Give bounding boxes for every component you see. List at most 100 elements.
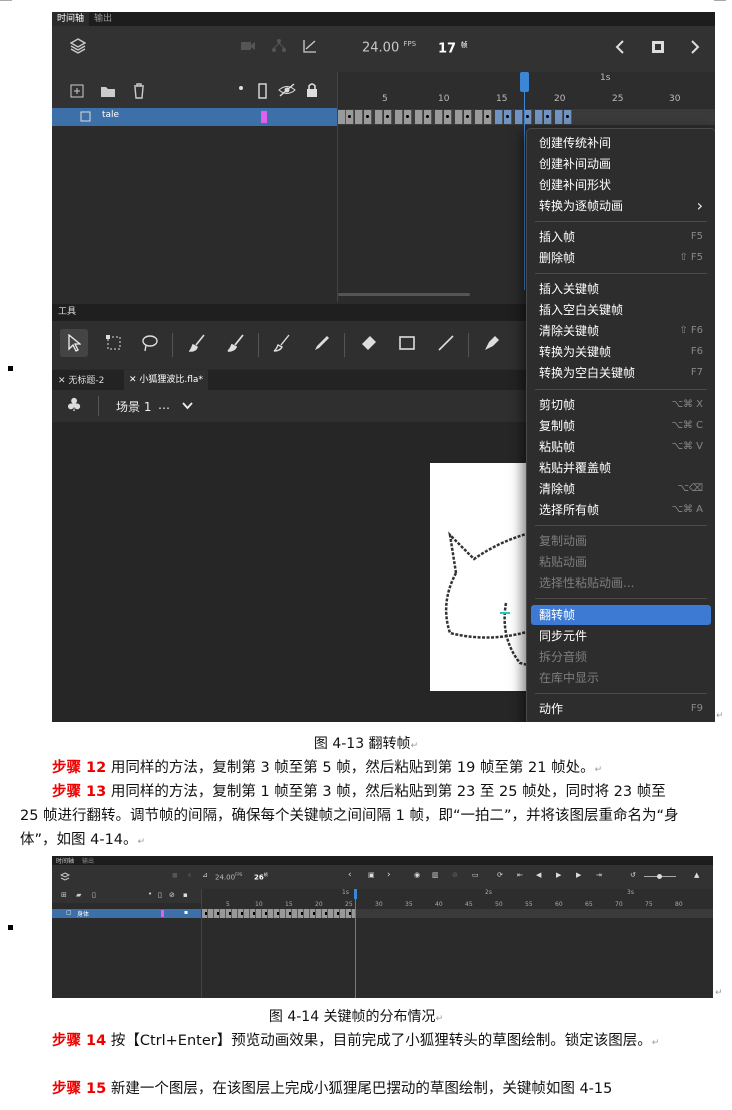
layer-color-swatch[interactable] — [161, 910, 164, 917]
folder-icon[interactable]: ▰ — [76, 891, 81, 899]
menu-item-paste-motion[interactable]: 粘贴动画 — [527, 552, 715, 572]
hide-icon[interactable] — [278, 83, 296, 97]
layer-name[interactable]: tale — [102, 110, 119, 120]
menu-item-cut-frames[interactable]: 剪切帧 ⌥⌘ X — [527, 395, 715, 415]
fluid-brush-tool-icon[interactable] — [268, 329, 296, 357]
frame[interactable] — [455, 110, 463, 124]
menu-item-create-motion-tween[interactable]: 创建补间动画 — [527, 154, 715, 174]
symbol-club-icon[interactable]: ♣ — [66, 395, 82, 416]
lock-icon[interactable]: ▪ — [183, 891, 188, 899]
step-forward-icon[interactable]: ▶ — [576, 871, 581, 879]
frame-ruler[interactable]: 1s 2s 3s 5 10 15 20 25 30 35 40 45 50 55… — [202, 889, 713, 909]
line-tool-icon[interactable] — [432, 329, 460, 357]
layer-row-body[interactable]: ▢ 身体 ▪ — [52, 909, 202, 918]
last-frame-icon[interactable]: ⇥ — [596, 871, 602, 879]
current-frame-display[interactable]: 26帧 — [254, 872, 268, 881]
menu-item-copy-frames[interactable]: 复制帧 ⌥⌘ C — [527, 416, 715, 436]
folder-icon[interactable] — [100, 84, 116, 98]
pencil-tool-icon[interactable] — [308, 329, 336, 357]
free-transform-tool-icon[interactable] — [100, 329, 128, 357]
reset-zoom-icon[interactable]: ↺ — [630, 871, 636, 879]
lock-icon[interactable] — [306, 82, 318, 98]
playhead[interactable] — [520, 72, 529, 92]
frame[interactable] — [375, 110, 383, 124]
pen-tool-icon[interactable] — [478, 329, 506, 357]
menu-item-create-shape-tween[interactable]: 创建补间形状 — [527, 175, 715, 195]
hierarchy-icon[interactable]: ⋔ — [187, 872, 192, 879]
horizontal-scrollbar[interactable] — [338, 293, 470, 296]
chevron-down-icon[interactable] — [182, 402, 193, 410]
fps-display[interactable]: 24.00FPS — [215, 872, 242, 881]
selected-keyframe[interactable] — [564, 110, 572, 124]
next-frame-icon[interactable]: › — [387, 870, 391, 880]
mountain-icon[interactable]: ▲ — [694, 871, 699, 879]
camera-icon[interactable] — [240, 40, 256, 52]
layer-color-swatch[interactable] — [261, 111, 267, 123]
menu-item-select-all-frames[interactable]: 选择所有帧 ⌥⌘ A — [527, 500, 715, 520]
menu-item-insert-blank-keyframe[interactable]: 插入空白关键帧 — [527, 300, 715, 320]
menu-item-insert-frame[interactable]: 插入帧 F5 — [527, 227, 715, 247]
zoom-slider-handle[interactable] — [657, 874, 662, 879]
menu-item-clear-frames[interactable]: 清除帧 ⌥⌫ — [527, 479, 715, 499]
menu-item-actions[interactable]: 动作 F9 — [527, 699, 715, 719]
tab-output[interactable]: 输出 — [89, 12, 117, 26]
layer-name[interactable]: 身体 — [77, 909, 89, 918]
frames-row[interactable] — [202, 909, 713, 918]
tab-timeline[interactable]: 时间轴 — [52, 12, 90, 26]
onion-outline-icon[interactable]: ▥ — [432, 871, 439, 879]
outline-icon[interactable]: ▯ — [158, 891, 162, 899]
brush-fill-tool-icon[interactable] — [184, 329, 212, 357]
selected-keyframe[interactable] — [544, 110, 552, 124]
eraser-tool-icon[interactable] — [355, 329, 383, 357]
lasso-tool-icon[interactable] — [136, 329, 164, 357]
menu-item-convert-to-keyframe[interactable]: 转换为关键帧 F6 — [527, 342, 715, 362]
current-frame-display[interactable]: 17 帧 — [438, 40, 468, 56]
selected-frame[interactable] — [515, 110, 523, 124]
paint-brush-tool-icon[interactable] — [222, 329, 250, 357]
selected-frame[interactable] — [535, 110, 543, 124]
menu-item-remove-frame[interactable]: 删除帧 ⇧ F5 — [527, 248, 715, 268]
menu-item-paste-frames[interactable]: 粘贴帧 ⌥⌘ V — [527, 437, 715, 457]
outline-icon[interactable] — [258, 83, 268, 99]
menu-item-paste-overwrite-frames[interactable]: 粘贴并覆盖帧 — [527, 458, 715, 478]
menu-item-clear-keyframe[interactable]: 清除关键帧 ⇧ F6 — [527, 321, 715, 341]
selected-keyframe[interactable] — [504, 110, 512, 124]
rectangle-tool-icon[interactable] — [393, 329, 421, 357]
tab-output[interactable]: 输出 — [78, 858, 98, 865]
menu-item-create-classic-tween[interactable]: 创建传统补间 — [527, 133, 715, 153]
add-layer-icon[interactable] — [70, 84, 84, 98]
keyframe[interactable] — [424, 110, 432, 124]
layers-icon[interactable] — [70, 38, 86, 54]
frame[interactable] — [415, 110, 423, 124]
graph-icon[interactable] — [302, 38, 318, 54]
menu-item-reverse-frames[interactable]: 翻转帧 — [531, 605, 711, 625]
menu-item-convert-frame-by-frame[interactable]: 转换为逐帧动画 › — [527, 196, 715, 216]
keyframe[interactable] — [484, 110, 492, 124]
prev-frame-icon[interactable] — [615, 40, 625, 54]
step-back-icon[interactable]: ◀ — [536, 871, 541, 879]
menu-item-copy-motion[interactable]: 复制动画 — [527, 531, 715, 551]
onion-skin-icon[interactable]: ◉ — [414, 871, 420, 879]
trash-icon[interactable]: ▯ — [92, 891, 96, 899]
hide-icon[interactable]: ⊘ — [169, 891, 175, 899]
menu-item-split-audio[interactable]: 拆分音频 — [527, 647, 715, 667]
playhead[interactable] — [354, 889, 357, 899]
menu-item-paste-motion-special[interactable]: 选择性粘贴动画... — [527, 573, 715, 593]
scene-name[interactable]: 场景 1 — [116, 398, 151, 415]
dot-icon[interactable] — [239, 86, 243, 90]
stop-icon[interactable]: ▣ — [368, 871, 375, 879]
frames-row[interactable] — [338, 109, 715, 125]
doc-tab-untitled[interactable]: ✕ 无标题-2 — [58, 373, 104, 386]
hierarchy-icon[interactable] — [271, 38, 287, 54]
frame[interactable] — [395, 110, 403, 124]
next-frame-icon[interactable] — [690, 40, 700, 54]
frame[interactable] — [355, 110, 363, 124]
play-icon[interactable]: ▶ — [556, 871, 561, 879]
loop-icon[interactable]: ⟳ — [497, 871, 503, 879]
add-layer-icon[interactable]: ⊞ — [61, 891, 67, 899]
stage-canvas[interactable] — [430, 463, 542, 691]
keyframe[interactable] — [444, 110, 452, 124]
selected-frame[interactable] — [555, 110, 563, 124]
keyframe[interactable] — [338, 110, 346, 124]
selection-tool-icon[interactable] — [60, 329, 88, 357]
